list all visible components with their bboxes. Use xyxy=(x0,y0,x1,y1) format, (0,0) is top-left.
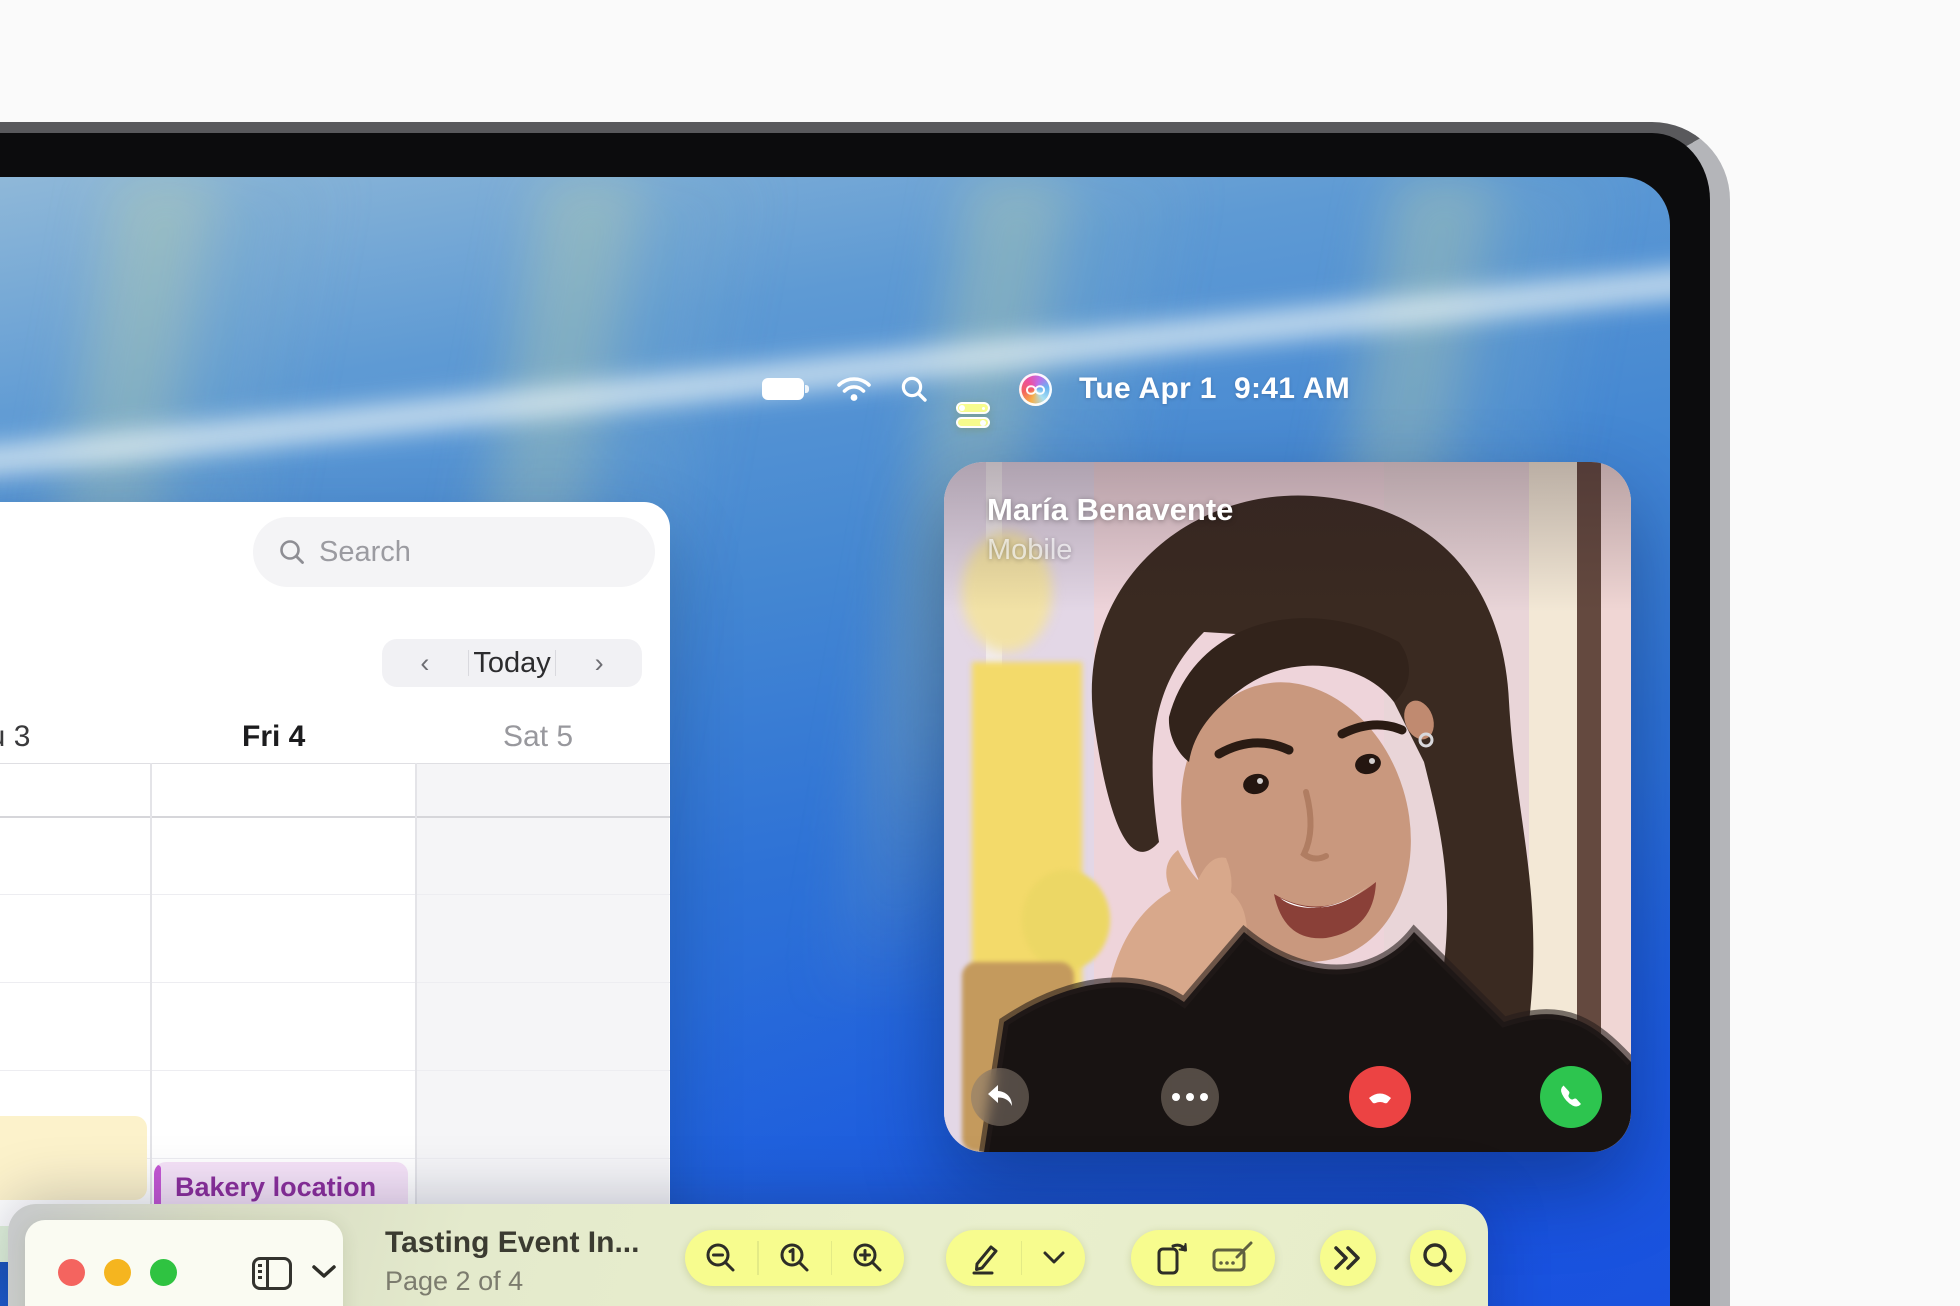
phone-icon xyxy=(1556,1082,1586,1112)
rotate-annotate-controls xyxy=(1131,1230,1275,1286)
zoom-out-button[interactable] xyxy=(704,1241,738,1275)
laptop-screen: Tue Apr 1 9:41 AM Search ‹ Today › hu 3 … xyxy=(0,177,1670,1306)
screenshot-stage: Tue Apr 1 9:41 AM Search ‹ Today › hu 3 … xyxy=(0,0,1960,1306)
prev-day-button[interactable]: ‹ xyxy=(382,639,468,687)
incoming-call-window: María Benavente Mobile xyxy=(944,462,1631,1152)
menu-bar: Tue Apr 1 9:41 AM xyxy=(762,371,1350,407)
pen-menu-chevron[interactable] xyxy=(1042,1250,1066,1266)
more-button[interactable] xyxy=(1161,1068,1219,1126)
ellipsis-icon xyxy=(1172,1093,1208,1101)
control-center-icon[interactable] xyxy=(956,376,992,402)
menu-bar-clock[interactable]: Tue Apr 1 9:41 AM xyxy=(1079,372,1350,406)
minimize-button[interactable] xyxy=(104,1259,131,1286)
caller-name: María Benavente xyxy=(987,492,1233,528)
menu-time: 9:41 AM xyxy=(1234,372,1350,405)
rotate-button[interactable] xyxy=(1151,1239,1191,1277)
calendar-window: Search ‹ Today › hu 3 Fri 4 Sat 5 xyxy=(0,502,670,1262)
sidebar-toggle-icon[interactable] xyxy=(252,1257,292,1290)
next-day-button[interactable]: › xyxy=(556,639,642,687)
markup-controls xyxy=(946,1230,1085,1286)
menu-date: Tue Apr 1 xyxy=(1079,372,1217,405)
markup-pen-button[interactable] xyxy=(965,1240,1001,1276)
zoom-in-button[interactable] xyxy=(851,1241,885,1275)
battery-icon[interactable] xyxy=(762,378,809,400)
close-button[interactable] xyxy=(58,1259,85,1286)
today-button[interactable]: Today xyxy=(469,639,555,687)
document-title: Tasting Event In... xyxy=(385,1226,639,1260)
phone-down-icon xyxy=(1364,1081,1396,1113)
reply-icon xyxy=(985,1083,1015,1111)
calendar-nav: ‹ Today › xyxy=(382,639,642,687)
caller-line-label: Mobile xyxy=(987,534,1072,567)
double-chevron-icon xyxy=(1331,1244,1365,1272)
search-icon xyxy=(1421,1241,1455,1275)
day-header-thu[interactable]: hu 3 xyxy=(0,720,30,754)
actual-size-button[interactable] xyxy=(778,1241,812,1275)
search-icon xyxy=(277,537,307,567)
siri-icon[interactable] xyxy=(1019,373,1052,406)
day-header-fri[interactable]: Fri 4 xyxy=(242,720,305,754)
preview-sidebar: LOCATIONPop-Up Venue DATEApril 1 TIME10 … xyxy=(25,1220,343,1306)
accept-button[interactable] xyxy=(1540,1066,1602,1128)
reply-button[interactable] xyxy=(971,1068,1029,1126)
search-placeholder: Search xyxy=(319,536,411,569)
event-practice[interactable]: ractice xyxy=(0,1116,147,1200)
toolbar-overflow-button[interactable] xyxy=(1320,1230,1376,1286)
weekend-shading xyxy=(415,763,669,1262)
day-header-sat[interactable]: Sat 5 xyxy=(503,720,573,754)
decline-button[interactable] xyxy=(1349,1066,1411,1128)
chevron-down-icon[interactable] xyxy=(311,1264,337,1280)
wifi-icon[interactable] xyxy=(836,375,872,403)
preview-window: LOCATIONPop-Up Venue DATEApril 1 TIME10 … xyxy=(8,1204,1488,1306)
spotlight-icon[interactable] xyxy=(899,374,929,404)
document-search-button[interactable] xyxy=(1410,1230,1466,1286)
fullscreen-button[interactable] xyxy=(150,1259,177,1286)
page-indicator: Page 2 of 4 xyxy=(385,1266,523,1297)
calendar-search-input[interactable]: Search xyxy=(253,517,655,587)
zoom-controls xyxy=(685,1230,904,1286)
annotate-form-button[interactable] xyxy=(1211,1241,1255,1275)
calendar-grid: ractice ment nissary kit... 11:45AM Bake… xyxy=(0,763,670,1262)
